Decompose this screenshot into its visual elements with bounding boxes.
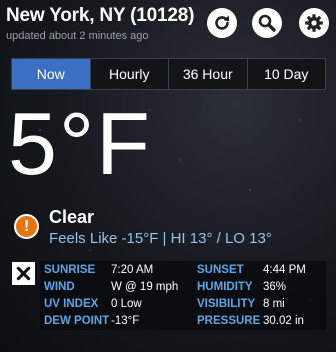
- settings-button[interactable]: [299, 8, 329, 38]
- dew-point-label: DEW POINT: [44, 315, 110, 327]
- search-icon: [258, 14, 276, 32]
- gear-icon: [305, 14, 323, 32]
- close-details-button[interactable]: [12, 262, 35, 285]
- details-panel: SUNRISE 7:20 AM SUNSET 4:44 PM WIND W @ …: [40, 261, 326, 330]
- refresh-icon: [215, 15, 230, 30]
- wind-value: W @ 19 mph: [111, 281, 179, 293]
- pressure-value: 30.02 in: [263, 315, 304, 327]
- details-row: SUNRISE 7:20 AM SUNSET 4:44 PM: [40, 264, 326, 281]
- dew-point-value: -13°F: [111, 315, 140, 327]
- uv-index-label: UV INDEX: [44, 298, 99, 310]
- feels-like-text: Feels Like -15°F | HI 13° / LO 13°: [49, 230, 272, 247]
- visibility-label: VISIBILITY: [197, 298, 256, 310]
- sunrise-value: 7:20 AM: [111, 264, 154, 276]
- visibility-value: 8 mi: [263, 298, 285, 310]
- forecast-tabs: Now Hourly 36 Hour 10 Day: [11, 58, 326, 90]
- location-title: New York, NY (10128): [6, 5, 195, 26]
- updated-timestamp: updated about 2 minutes ago: [6, 30, 149, 42]
- tab-hourly[interactable]: Hourly: [89, 59, 168, 89]
- sunrise-label: SUNRISE: [44, 264, 96, 276]
- alert-icon[interactable]: !: [14, 214, 39, 239]
- sunset-label: SUNSET: [197, 264, 244, 276]
- humidity-value: 36%: [263, 281, 287, 293]
- current-temperature: 5°F: [8, 94, 152, 193]
- uv-index-value: 0 Low: [111, 298, 142, 310]
- search-button[interactable]: [252, 8, 282, 38]
- condition-label: Clear: [49, 207, 95, 227]
- details-row: UV INDEX 0 Low VISIBILITY 8 mi: [40, 298, 326, 315]
- sunset-value: 4:44 PM: [263, 264, 306, 276]
- details-row: DEW POINT -13°F PRESSURE 30.02 in: [40, 315, 326, 332]
- details-row: WIND W @ 19 mph HUMIDITY 36%: [40, 281, 326, 298]
- humidity-label: HUMIDITY: [197, 281, 253, 293]
- tab-36-hour[interactable]: 36 Hour: [168, 59, 247, 89]
- pressure-label: PRESSURE: [197, 315, 261, 327]
- tab-10-day[interactable]: 10 Day: [246, 59, 325, 89]
- header: New York, NY (10128) updated about 2 min…: [0, 0, 336, 46]
- close-icon: [16, 266, 31, 281]
- wind-label: WIND: [44, 281, 75, 293]
- refresh-button[interactable]: [207, 8, 237, 38]
- tab-now[interactable]: Now: [12, 59, 90, 89]
